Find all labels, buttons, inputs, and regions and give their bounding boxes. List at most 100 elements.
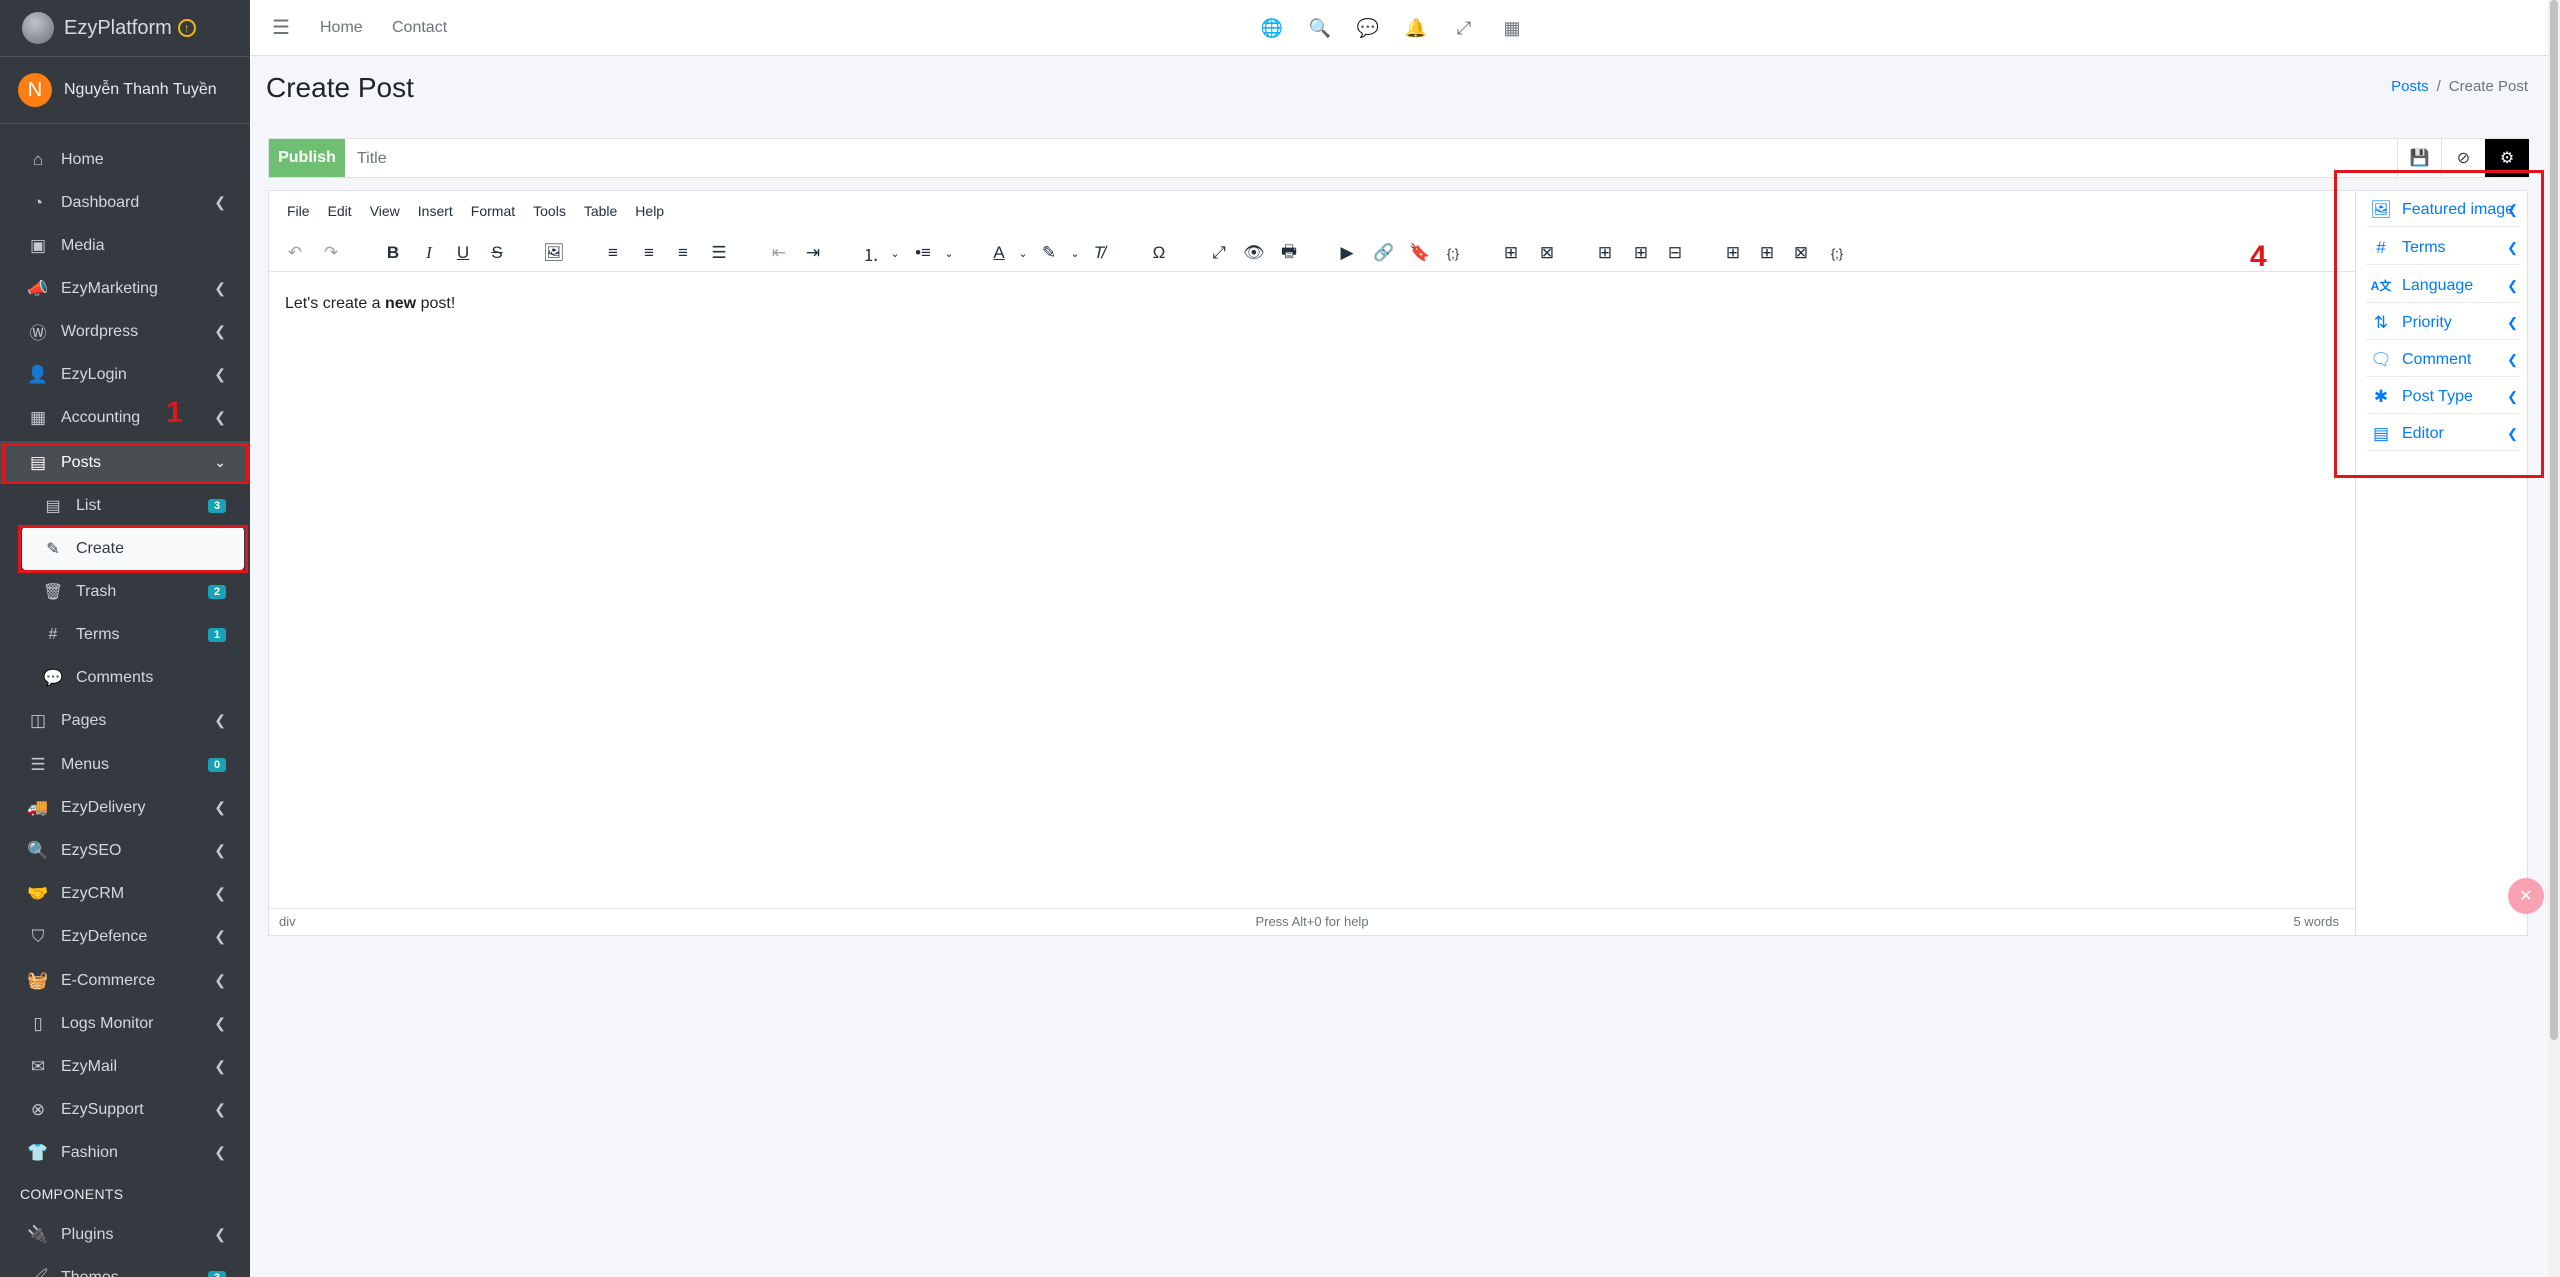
chevron-down-icon[interactable]: ⌄: [1065, 241, 1085, 265]
sidebar-item-ezymarketing[interactable]: 📣 EzyMarketing ❮: [0, 267, 250, 310]
bold-icon[interactable]: B: [383, 241, 403, 265]
sidebar-item-ezymail[interactable]: ✉ EzyMail ❮: [0, 1045, 250, 1088]
sidebar-subitem-comments[interactable]: 💬 Comments: [0, 656, 250, 699]
redo-icon[interactable]: ↷: [321, 241, 341, 265]
accessibility-float-icon[interactable]: ✕: [2508, 878, 2544, 914]
fullscreen-icon[interactable]: ⤢: [1452, 16, 1476, 40]
globe-icon[interactable]: 🌐: [1260, 16, 1284, 40]
sidebar-item-label: Logs Monitor: [61, 1014, 154, 1032]
page-scrollbar[interactable]: [2548, 0, 2560, 1277]
table-col-after-icon[interactable]: ⊞: [1757, 241, 1777, 265]
shopping-basket-icon: 🧺: [27, 970, 49, 990]
sidebar-item-label: EzyDelivery: [61, 798, 146, 816]
top-link-contact[interactable]: Contact: [392, 19, 447, 37]
table-row-insert-icon[interactable]: ⊞: [1595, 241, 1615, 265]
clear-formatting-icon[interactable]: T̸: [1089, 241, 1109, 265]
publish-button[interactable]: Publish: [269, 139, 345, 177]
chevron-down-icon[interactable]: ⌄: [885, 241, 905, 265]
sidebar-item-ezydelivery[interactable]: 🚚 EzyDelivery ❮: [0, 786, 250, 829]
menu-file[interactable]: File: [287, 203, 310, 219]
media-icon[interactable]: ▶: [1337, 241, 1357, 265]
table-row-after-icon[interactable]: ⊞: [1631, 241, 1651, 265]
chevron-left-icon: ❮: [214, 712, 226, 728]
sidebar-subitem-trash[interactable]: 🗑 Trash 2: [0, 570, 250, 613]
strikethrough-icon[interactable]: S: [487, 241, 507, 265]
bullet-list-icon[interactable]: •≡: [913, 241, 933, 265]
breadcrumb-posts-link[interactable]: Posts: [2391, 78, 2429, 95]
outdent-icon[interactable]: ⇤: [769, 241, 789, 265]
code-icon[interactable]: {;}: [1443, 241, 1463, 265]
sidebar-item-themes[interactable]: 🖌 Themes 3: [0, 1256, 250, 1277]
menu-table[interactable]: Table: [584, 203, 617, 219]
sidebar-item-ezyseo[interactable]: 🔍 EzySEO ❮: [0, 829, 250, 872]
special-character-icon[interactable]: Ω: [1149, 241, 1169, 265]
apps-grid-icon[interactable]: ▦: [1500, 16, 1524, 40]
brand[interactable]: EzyPlatform ↑: [0, 0, 250, 57]
align-left-icon[interactable]: ≡: [603, 241, 623, 265]
menu-insert[interactable]: Insert: [418, 203, 453, 219]
delete-column-icon[interactable]: ⊠: [1791, 241, 1811, 265]
sidebar-item-pages[interactable]: ◫ Pages ❮: [0, 699, 250, 742]
scrollbar-thumb[interactable]: [2550, 0, 2558, 1040]
sidebar-item-home[interactable]: ⌂ Home: [0, 138, 250, 181]
fullscreen-icon[interactable]: ⤢: [1209, 241, 1229, 265]
paint-icon: 🖌: [27, 1267, 49, 1277]
align-right-icon[interactable]: ≡: [673, 241, 693, 265]
menu-tools[interactable]: Tools: [533, 203, 566, 219]
indent-icon[interactable]: ⇥: [803, 241, 823, 265]
menu-edit[interactable]: Edit: [328, 203, 352, 219]
sidebar-subitem-terms[interactable]: # Terms 1: [0, 613, 250, 656]
undo-icon[interactable]: ↶: [285, 241, 305, 265]
annotation-box-create: [18, 525, 248, 573]
count-badge: 3: [208, 498, 226, 513]
messages-icon[interactable]: 💬: [1356, 16, 1380, 40]
preview-eye-icon[interactable]: 👁: [1243, 241, 1265, 265]
sidebar-item-accounting[interactable]: ▦ Accounting ❮: [0, 396, 250, 439]
top-link-home[interactable]: Home: [320, 19, 363, 37]
editor-content[interactable]: Let's create a new post!: [285, 295, 455, 313]
bars-icon: ☰: [30, 754, 46, 774]
menu-help[interactable]: Help: [635, 203, 664, 219]
menu-view[interactable]: View: [370, 203, 400, 219]
delete-table-icon[interactable]: ⊠: [1537, 241, 1557, 265]
sidebar-item-ezylogin[interactable]: 👤 EzyLogin ❮: [0, 353, 250, 396]
search-icon[interactable]: 🔍: [1308, 16, 1332, 40]
sidebar-item-fashion[interactable]: 👕 Fashion ❮: [0, 1131, 250, 1174]
sidebar-item-ezycrm[interactable]: 🤝 EzyCRM ❮: [0, 872, 250, 915]
menu-format[interactable]: Format: [471, 203, 515, 219]
code-sample-icon[interactable]: {;}: [1827, 241, 1847, 265]
sidebar-item-media[interactable]: ▣ Media: [0, 224, 250, 267]
delete-row-icon[interactable]: ⊟: [1665, 241, 1685, 265]
print-icon[interactable]: 🖶: [1279, 241, 1299, 265]
numbered-list-icon[interactable]: ⒈: [861, 241, 881, 265]
upgrade-icon[interactable]: ↑: [177, 19, 196, 37]
insert-image-icon[interactable]: 🖼: [543, 241, 565, 265]
table-icon[interactable]: ⊞: [1501, 241, 1521, 265]
italic-icon[interactable]: I: [419, 241, 439, 265]
chevron-down-icon[interactable]: ⌄: [939, 241, 959, 265]
sidebar-item-ezydefence[interactable]: ⛉ EzyDefence ❮: [0, 915, 250, 958]
sidebar-item-label: Comments: [76, 668, 154, 686]
link-icon[interactable]: 🔗: [1373, 241, 1394, 265]
bell-icon[interactable]: 🔔: [1404, 16, 1428, 40]
sidebar-item-logs-monitor[interactable]: ▯ Logs Monitor ❮: [0, 1002, 250, 1045]
table-col-before-icon[interactable]: ⊞: [1723, 241, 1743, 265]
post-title-input[interactable]: [355, 145, 2359, 173]
user-panel[interactable]: N Nguyễn Thanh Tuyền: [0, 57, 250, 124]
sidebar-item-dashboard[interactable]: ◔ Dashboard ❮: [0, 181, 250, 224]
word-count[interactable]: 5 words: [2293, 914, 2339, 929]
sidebar-item-wordpress[interactable]: Ⓦ Wordpress ❮: [0, 310, 250, 353]
underline-icon[interactable]: U: [453, 241, 473, 265]
align-justify-icon[interactable]: ☰: [709, 241, 729, 265]
align-center-icon[interactable]: ≡: [639, 241, 659, 265]
sidebar-item-menus[interactable]: ☰ Menus 0: [0, 743, 250, 786]
bookmark-icon[interactable]: 🔖: [1409, 241, 1430, 265]
sidebar-item-plugins[interactable]: 🔌 Plugins ❮: [0, 1213, 250, 1256]
chevron-down-icon[interactable]: ⌄: [1013, 241, 1033, 265]
hamburger-menu-icon[interactable]: ☰: [272, 15, 290, 40]
sidebar-subitem-list[interactable]: ▤ List 3: [0, 484, 250, 527]
sidebar-item-ezysupport[interactable]: ⊗ EzySupport ❮: [0, 1088, 250, 1131]
sidebar-item-ecommerce[interactable]: 🧺 E-Commerce ❮: [0, 959, 250, 1002]
text-color-icon[interactable]: A: [989, 241, 1009, 265]
highlight-icon[interactable]: ✎: [1039, 241, 1059, 265]
